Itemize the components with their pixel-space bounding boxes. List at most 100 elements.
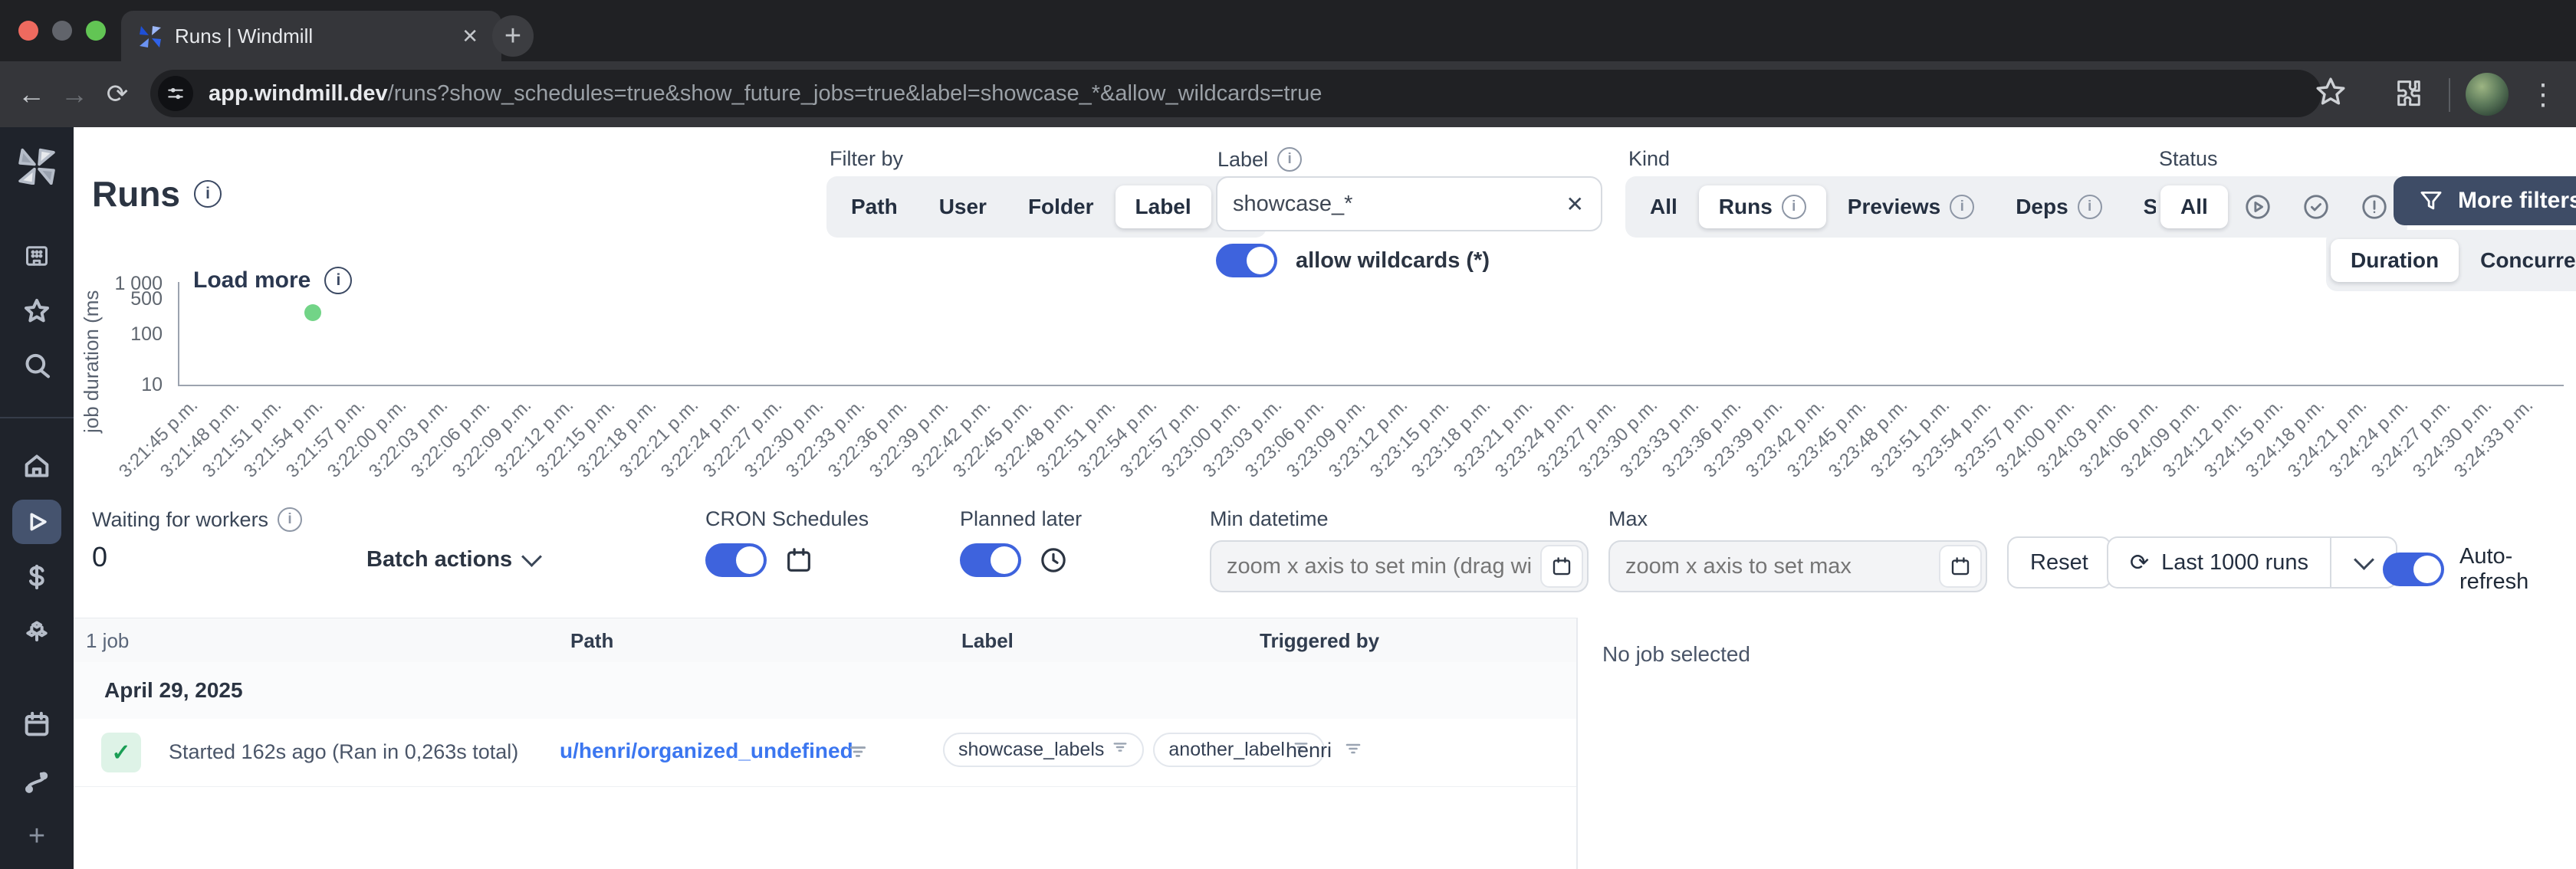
sidebar-item-workspace[interactable] <box>20 239 54 273</box>
extensions-puzzle-icon[interactable] <box>2394 77 2426 113</box>
min-datetime-calendar-button[interactable] <box>1540 545 1583 588</box>
refresh-icon[interactable]: ⟳ <box>98 75 136 113</box>
runs-info-icon[interactable]: i <box>194 180 222 208</box>
chevron-down-icon <box>521 546 543 567</box>
column-label: Label <box>961 629 1014 652</box>
status-all[interactable]: All <box>2160 185 2228 228</box>
window-controls <box>18 21 106 41</box>
sidebar-item-variables[interactable] <box>20 560 54 594</box>
filter-by-folder[interactable]: Folder <box>1008 185 1114 228</box>
sidebar-item-favorites[interactable] <box>20 294 54 328</box>
cron-schedules-toggle[interactable] <box>705 543 767 577</box>
load-more-button[interactable]: Load more <box>193 267 310 293</box>
filter-by-segment: Path User Folder Label ⋮ <box>826 176 1267 238</box>
waiting-info-icon[interactable]: i <box>278 507 303 532</box>
maximize-window-button[interactable] <box>86 21 106 41</box>
kind-runs[interactable]: Runs i <box>1698 185 1826 228</box>
label-chip[interactable]: showcase_labels <box>943 733 1145 767</box>
windmill-logo[interactable] <box>17 146 57 185</box>
toolbar-divider <box>2449 78 2450 112</box>
sidebar-item-flows[interactable] <box>20 764 54 798</box>
close-window-button[interactable] <box>18 21 38 41</box>
y-axis-tick: 500 <box>130 287 163 310</box>
max-datetime-input[interactable] <box>1610 553 1986 579</box>
profile-avatar[interactable] <box>2466 73 2509 116</box>
url-bar[interactable]: app.windmill.dev/runs?show_schedules=tru… <box>150 70 2321 117</box>
job-count: 1 job <box>86 629 130 652</box>
label-filter-input-wrap: ✕ <box>1216 176 1602 231</box>
column-triggered-by: Triggered by <box>1260 629 1380 652</box>
filter-by-user-icon[interactable] <box>1344 739 1362 762</box>
kind-label: Kind <box>1628 147 1671 170</box>
new-tab-button[interactable]: + <box>492 15 534 57</box>
tab-close-icon[interactable]: ✕ <box>455 21 485 51</box>
kind-runs-label: Runs <box>1718 195 1773 218</box>
auto-refresh-control: Auto-refresh <box>2383 544 2576 595</box>
column-path: Path <box>570 629 614 652</box>
max-datetime-label: Max <box>1608 507 1648 530</box>
filter-by-label: Filter by <box>830 147 904 170</box>
no-job-selected-text: No job selected <box>1602 642 1751 666</box>
status-running-icon[interactable] <box>2229 185 2286 228</box>
forward-icon[interactable]: → <box>55 75 94 113</box>
windmill-favicon <box>140 26 161 48</box>
filter-by-label-icon[interactable] <box>1112 739 1129 761</box>
kind-previews-info-icon[interactable]: i <box>1950 195 1975 219</box>
planned-later-control: Planned later <box>960 507 1082 577</box>
reset-button[interactable]: Reset <box>2007 536 2111 589</box>
cron-schedules-control: CRON Schedules <box>705 507 869 577</box>
kind-previews[interactable]: Previews i <box>1828 185 1994 228</box>
table-row[interactable]: ✓ Started 162s ago (Ran in 0,263s total)… <box>74 719 1576 787</box>
min-datetime-input[interactable] <box>1211 553 1587 579</box>
sidebar-item-search-icon[interactable] <box>20 349 54 383</box>
load-more-info-icon[interactable]: i <box>324 267 353 294</box>
label-filter-input[interactable] <box>1217 191 1601 217</box>
status-success-icon[interactable] <box>2288 185 2344 228</box>
back-icon[interactable]: ← <box>12 75 51 113</box>
label-info-icon[interactable]: i <box>1277 147 1303 172</box>
filter-by-path[interactable]: Path <box>831 185 918 228</box>
refresh-runs-icon: ⟳ <box>2130 549 2150 576</box>
last-runs-button[interactable]: ⟳ Last 1000 runs <box>2107 536 2330 589</box>
sidebar-item-resources[interactable] <box>20 615 54 649</box>
browser-tab[interactable]: Runs | Windmill ✕ <box>121 11 501 61</box>
sidebar-item-runs[interactable] <box>12 500 61 544</box>
triggered-by-user: henri <box>1286 739 1332 762</box>
bookmark-star-icon[interactable] <box>2312 74 2349 114</box>
filter-by-user[interactable]: User <box>919 185 1007 228</box>
kind-runs-info-icon[interactable]: i <box>1781 195 1806 219</box>
filter-by-label-option[interactable]: Label <box>1115 185 1211 228</box>
table-header: 1 job Path Label Triggered by <box>74 618 1576 664</box>
label-filter-heading: Label i <box>1217 147 1303 172</box>
sidebar-item-schedules[interactable] <box>20 707 54 741</box>
more-filters-button[interactable]: More filters <box>2394 176 2576 225</box>
kind-all[interactable]: All <box>1630 185 1697 228</box>
row-started-text: Started 162s ago (Ran in 0,263s total) <box>169 740 519 763</box>
site-settings-icon[interactable] <box>158 76 193 111</box>
auto-refresh-toggle[interactable] <box>2383 553 2444 586</box>
sidebar-item-home[interactable] <box>20 449 54 483</box>
waiting-count: 0 <box>92 541 108 572</box>
job-duration-point[interactable] <box>304 304 322 322</box>
sidebar-item-create[interactable]: + <box>20 819 54 853</box>
max-datetime-input-wrap <box>1608 540 1987 592</box>
filter-by-folder-label: Folder <box>1027 195 1094 218</box>
planned-later-toggle[interactable] <box>960 543 1021 577</box>
duration-chart[interactable]: Load more i job duration (ms 1 000 500 100… <box>74 253 2576 506</box>
filter-by-path-icon[interactable] <box>848 742 868 766</box>
page-title: Runs <box>92 174 180 214</box>
kind-deps[interactable]: Deps i <box>1996 185 2121 228</box>
row-path-link[interactable]: u/henri/organized_undefined <box>560 739 853 763</box>
minimize-window-button[interactable] <box>52 21 72 41</box>
app-sidebar: + <box>0 127 74 869</box>
label-filter-heading-text: Label <box>1217 147 1269 171</box>
min-datetime-control: Min datetime <box>1210 507 1589 592</box>
browser-menu-icon[interactable]: ⋮ <box>2524 75 2562 113</box>
max-datetime-control: Max <box>1608 507 1987 592</box>
status-label: Status <box>2159 147 2218 170</box>
kind-deps-info-icon[interactable]: i <box>2077 195 2102 219</box>
status-all-label: All <box>2180 195 2208 218</box>
max-datetime-calendar-button[interactable] <box>1939 545 1982 588</box>
batch-actions-button[interactable]: Batch actions <box>366 546 543 572</box>
clear-label-icon[interactable]: ✕ <box>1566 192 1584 217</box>
